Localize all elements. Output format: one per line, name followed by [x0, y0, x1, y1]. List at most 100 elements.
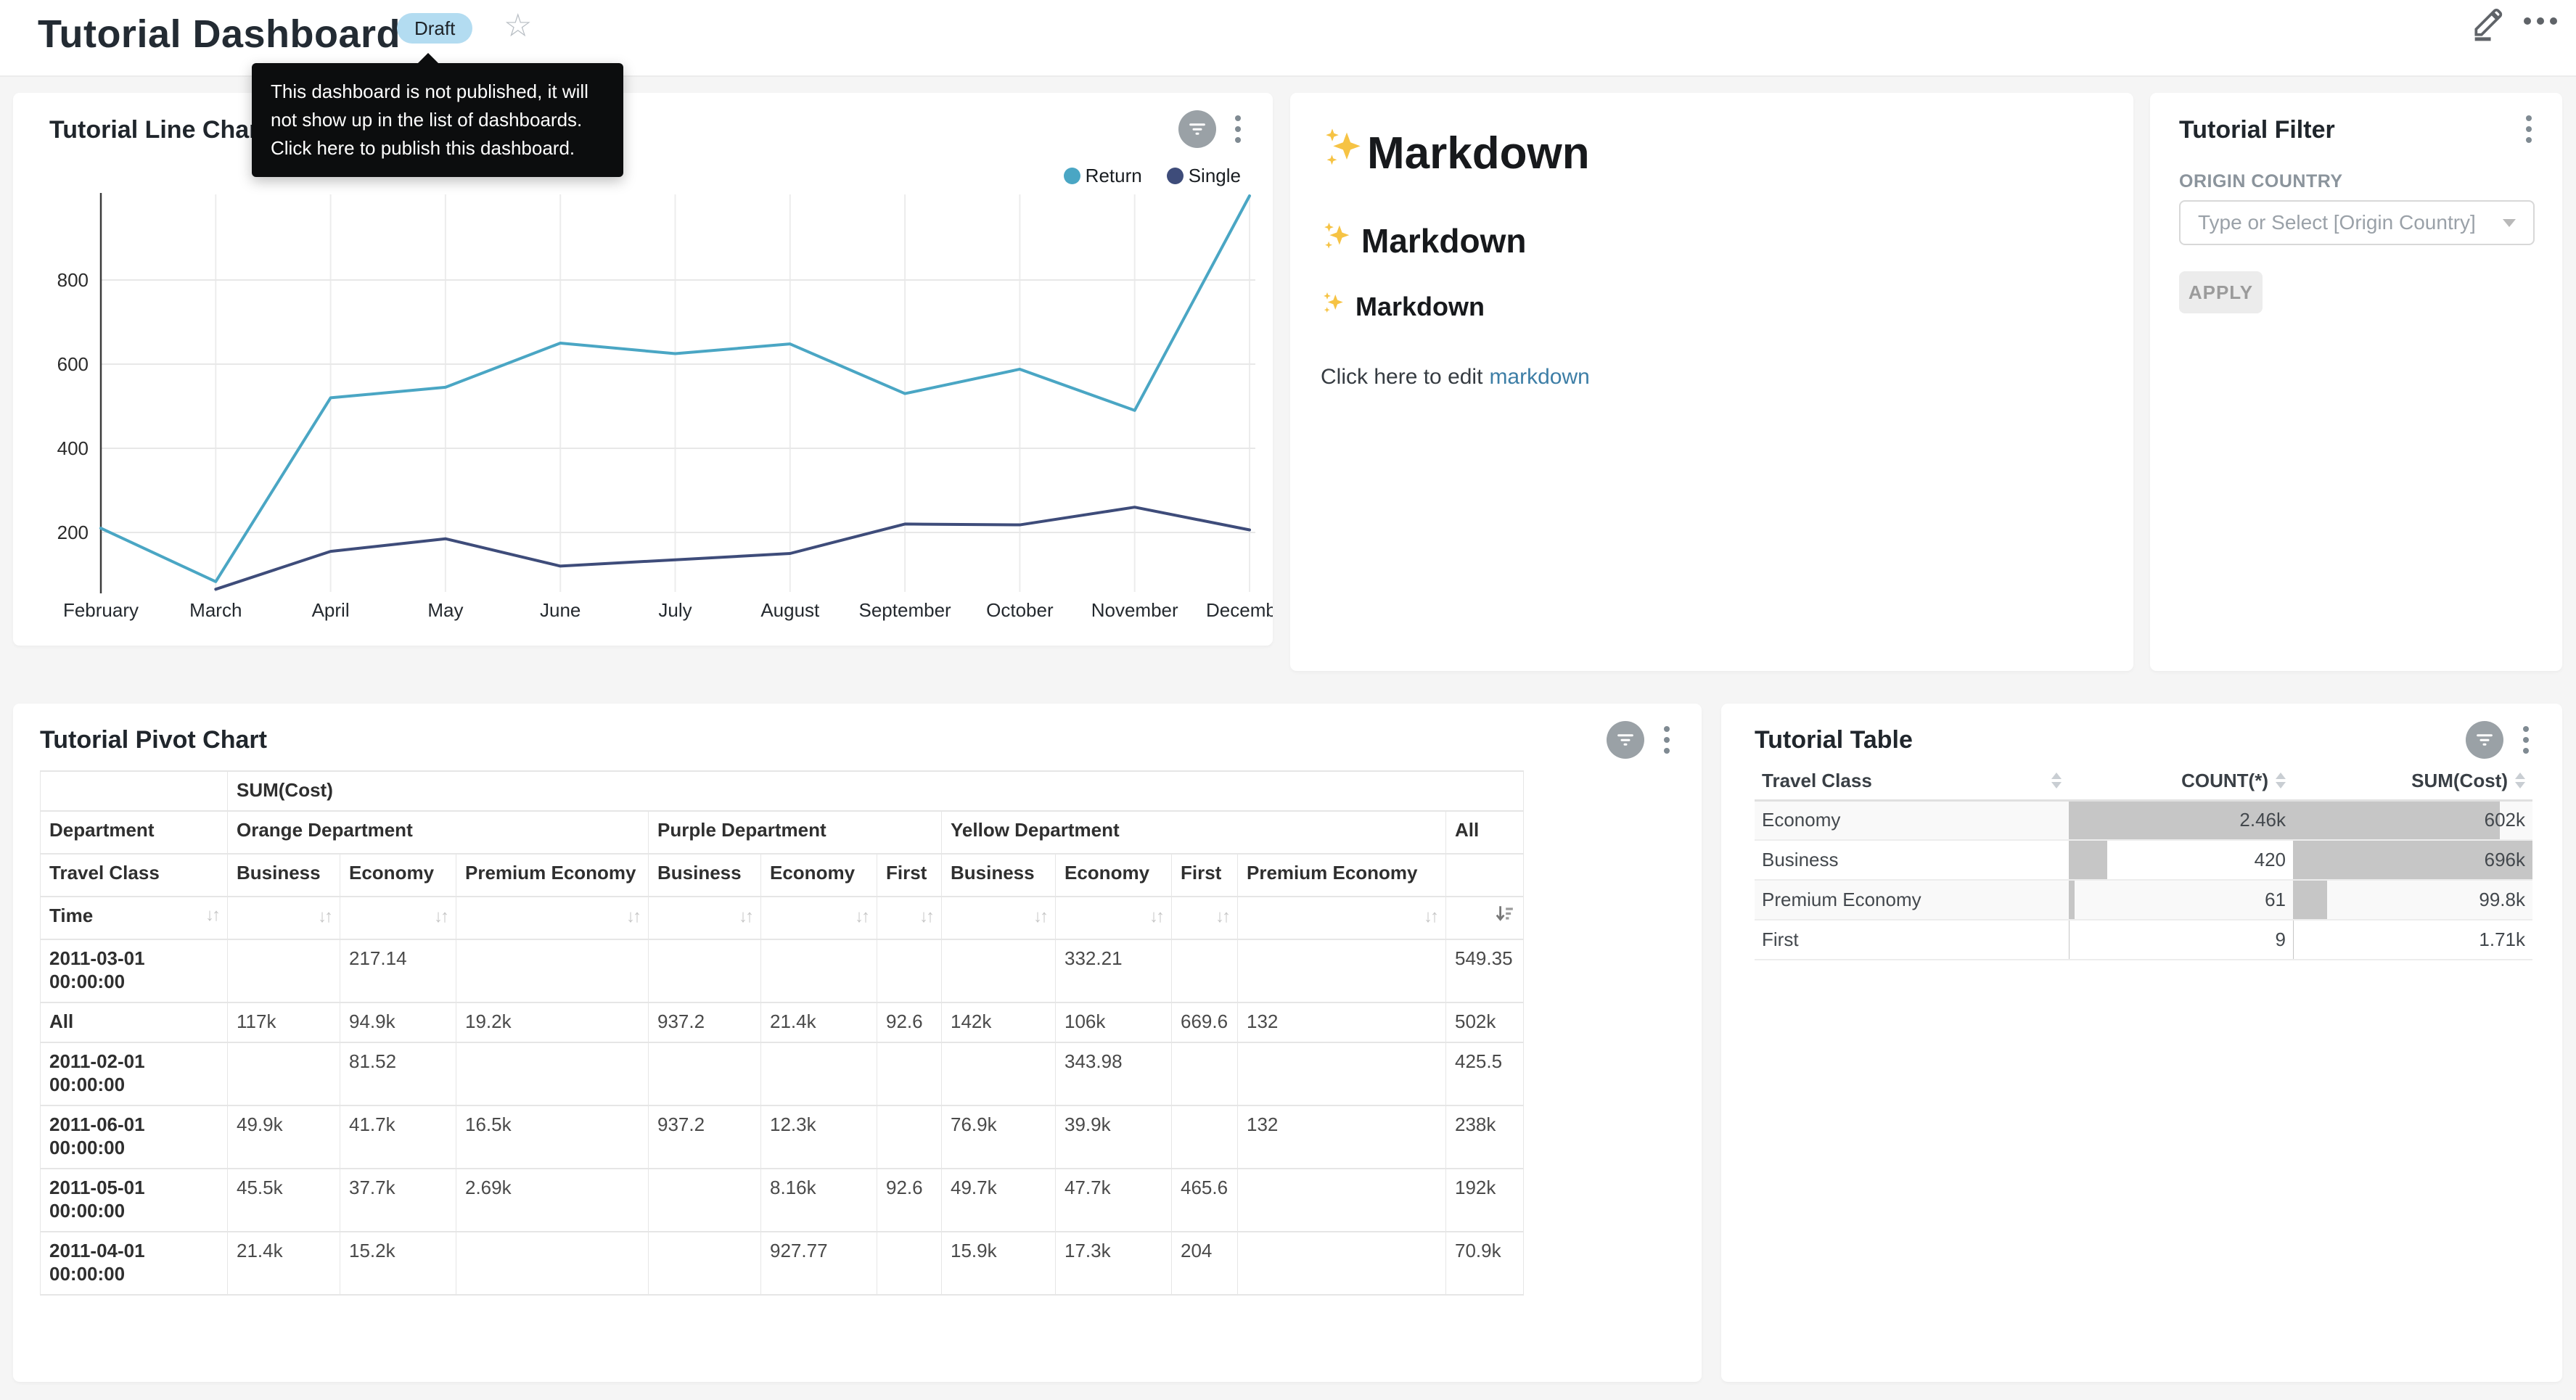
- pivot-value-cell: 204: [1172, 1232, 1238, 1295]
- pivot-travel-class-header: First: [1172, 854, 1238, 897]
- x-axis-label: October: [986, 599, 1054, 621]
- pivot-sort-cell: ↓↑: [649, 897, 761, 939]
- pivot-value-cell: 669.6: [1172, 1002, 1238, 1042]
- pivot-filter-indicator-icon[interactable]: [1607, 721, 1644, 759]
- pivot-sort-cell: ↓↑: [340, 897, 456, 939]
- pivot-value-cell: [942, 939, 1056, 1002]
- sort-icon[interactable]: ↓↑: [318, 907, 331, 926]
- pivot-value-cell: 16.5k: [456, 1105, 649, 1169]
- pivot-value-cell: 15.2k: [340, 1232, 456, 1295]
- pivot-value-cell: 238k: [1446, 1105, 1524, 1169]
- pivot-metric-header: SUM(Cost): [228, 771, 1524, 811]
- pivot-row-label: 2011-04-0100:00:00: [41, 1232, 228, 1295]
- sort-icon[interactable]: ↓↑: [1215, 907, 1228, 926]
- table-column-header[interactable]: Travel Class: [1755, 762, 2069, 800]
- pivot-value-cell: 117k: [228, 1002, 340, 1042]
- sum-cell: 696k: [2293, 840, 2532, 880]
- pivot-value-cell: 425.5: [1446, 1042, 1524, 1105]
- table-filter-indicator-icon[interactable]: [2466, 721, 2503, 759]
- markdown-h2: Markdown: [1321, 220, 2103, 261]
- count-cell: 2.46k: [2069, 800, 2293, 840]
- sum-cell: 99.8k: [2293, 880, 2532, 920]
- y-axis-label: 200: [57, 522, 89, 543]
- sort-icon[interactable]: ↓↑: [626, 907, 639, 926]
- pivot-value-cell: 132: [1238, 1105, 1446, 1169]
- pivot-value-cell: [649, 939, 761, 1002]
- pivot-value-cell: 81.52: [340, 1042, 456, 1105]
- pivot-value-cell: [228, 1042, 340, 1105]
- pivot-value-cell: 106k: [1056, 1002, 1172, 1042]
- pivot-value-cell: 17.3k: [1056, 1232, 1172, 1295]
- pivot-sort-cell: ↓↑: [1238, 897, 1446, 939]
- pivot-travel-class-header: Business: [942, 854, 1056, 897]
- pivot-value-cell: 343.98: [1056, 1042, 1172, 1105]
- pivot-value-cell: [942, 1042, 1056, 1105]
- draft-status-badge[interactable]: Draft: [397, 13, 472, 44]
- pivot-value-cell: [456, 939, 649, 1002]
- x-axis-label: June: [540, 599, 581, 621]
- pivot-value-cell: 192k: [1446, 1169, 1524, 1232]
- edit-dashboard-icon[interactable]: [2470, 6, 2506, 42]
- sort-icon[interactable]: ↓↑: [1149, 907, 1162, 926]
- pivot-value-cell: [649, 1042, 761, 1105]
- count-cell: 420: [2069, 840, 2293, 880]
- pivot-travel-class-header: First: [877, 854, 942, 897]
- pivot-value-cell: 49.9k: [228, 1105, 340, 1169]
- pivot-value-cell: 37.7k: [340, 1169, 456, 1232]
- dashboard-menu-icon[interactable]: [2524, 17, 2557, 25]
- y-axis-label: 600: [57, 353, 89, 375]
- sort-icon[interactable]: ↓↑: [1033, 907, 1046, 926]
- cell-bar: [2069, 921, 2070, 959]
- cell-bar: [2293, 802, 2500, 840]
- table-card: Tutorial Table Travel ClassCOUNT(*)SUM(C…: [1721, 704, 2562, 1382]
- pivot-sort-cell: ↓↑: [456, 897, 649, 939]
- pivot-value-cell: 21.4k: [228, 1232, 340, 1295]
- sort-icon[interactable]: ↓↑: [739, 907, 752, 926]
- pivot-value-cell: 332.21: [1056, 939, 1172, 1002]
- sort-carets-icon: [2515, 773, 2525, 788]
- x-axis-label: August: [760, 599, 820, 621]
- pivot-table: SUM(Cost)DepartmentOrange DepartmentPurp…: [40, 770, 1524, 1296]
- apply-button[interactable]: APPLY: [2179, 271, 2263, 313]
- x-axis-label: December: [1206, 599, 1273, 621]
- pivot-value-cell: [1172, 1042, 1238, 1105]
- series-line-single[interactable]: [216, 507, 1250, 589]
- pivot-value-cell: 41.7k: [340, 1105, 456, 1169]
- edit-markdown-link[interactable]: markdown: [1489, 365, 1589, 389]
- cell-bar: [2069, 841, 2107, 879]
- pivot-value-cell: 45.5k: [228, 1169, 340, 1232]
- pivot-travel-class-header: Economy: [1056, 854, 1172, 897]
- favorite-star-icon[interactable]: ☆: [504, 7, 532, 44]
- pivot-value-cell: [877, 939, 942, 1002]
- table-kebab-menu-icon[interactable]: [2514, 721, 2538, 759]
- markdown-card: Markdown Markdown Markdown Click here to…: [1290, 93, 2133, 671]
- x-axis-label: November: [1091, 599, 1178, 621]
- sort-icon[interactable]: ↓↑: [205, 904, 218, 927]
- table-row: Economy2.46k602k: [1755, 800, 2532, 840]
- sort-icon[interactable]: ↓↑: [434, 907, 447, 926]
- table-column-header[interactable]: SUM(Cost): [2293, 762, 2532, 800]
- pivot-value-cell: 92.6: [877, 1002, 942, 1042]
- filter-kebab-menu-icon[interactable]: [2516, 110, 2541, 148]
- sort-icon[interactable]: ↓↑: [1424, 907, 1437, 926]
- pivot-sort-cell: ↓↑: [877, 897, 942, 939]
- pivot-department-header: Orange Department: [228, 811, 649, 854]
- sum-cell: 602k: [2293, 800, 2532, 840]
- pivot-kebab-menu-icon[interactable]: [1654, 721, 1679, 759]
- pivot-row-label: 2011-03-0100:00:00: [41, 939, 228, 1002]
- pivot-row-label: 2011-02-0100:00:00: [41, 1042, 228, 1105]
- pivot-value-cell: 70.9k: [1446, 1232, 1524, 1295]
- origin-country-select[interactable]: Type or Select [Origin Country]: [2179, 200, 2535, 245]
- pivot-value-cell: [877, 1232, 942, 1295]
- pivot-department-header: Purple Department: [649, 811, 942, 854]
- pivot-value-cell: 217.14: [340, 939, 456, 1002]
- table-column-header[interactable]: COUNT(*): [2069, 762, 2293, 800]
- sort-icon[interactable]: ↓↑: [855, 907, 868, 926]
- sort-icon[interactable]: ↓↑: [919, 907, 932, 926]
- pivot-empty-cell: [1446, 854, 1524, 897]
- pivot-value-cell: [1238, 1169, 1446, 1232]
- pivot-travel-class-header: Business: [228, 854, 340, 897]
- pivot-value-cell: [1172, 1105, 1238, 1169]
- pivot-value-cell: [877, 1042, 942, 1105]
- sort-carets-icon: [2276, 773, 2286, 788]
